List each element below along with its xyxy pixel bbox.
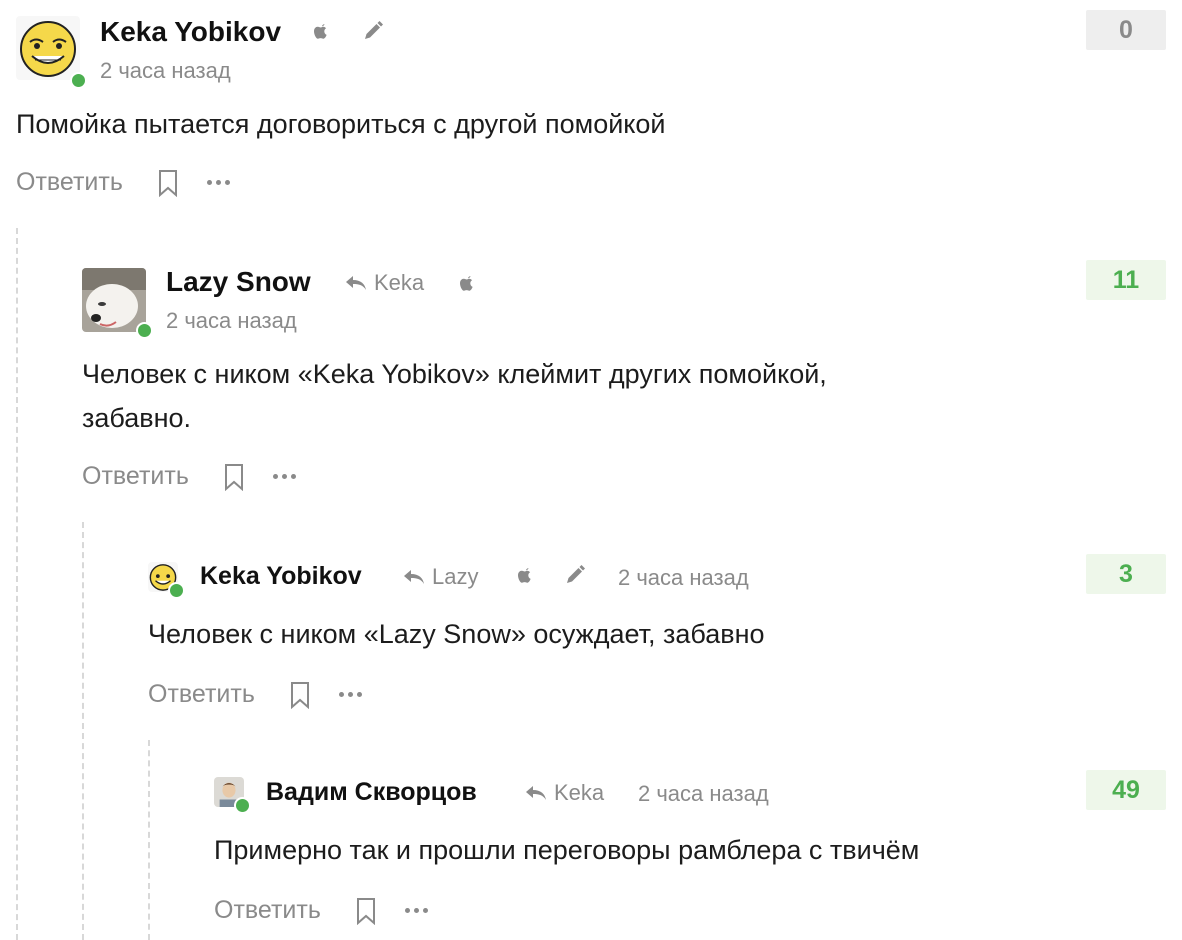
reply-to-link[interactable]: Keka xyxy=(524,780,604,806)
comment-actions: Ответить xyxy=(82,462,296,491)
apple-icon xyxy=(516,566,534,591)
reply-button[interactable]: Ответить xyxy=(148,680,255,709)
reply-button[interactable]: Ответить xyxy=(214,896,321,925)
apple-icon xyxy=(458,274,476,299)
online-indicator xyxy=(234,797,251,814)
more-dots-icon[interactable] xyxy=(206,180,230,185)
reply-to-link[interactable]: Lazy xyxy=(402,564,478,590)
avatar[interactable] xyxy=(82,268,153,339)
comment-score: 49 xyxy=(1086,770,1166,810)
pencil-icon xyxy=(564,564,586,591)
comment-time: 2 часа назад xyxy=(618,565,749,590)
reply-button[interactable]: Ответить xyxy=(82,462,189,491)
avatar[interactable] xyxy=(148,562,185,599)
bookmark-icon[interactable] xyxy=(289,681,311,709)
comment-time: 2 часа назад xyxy=(166,308,297,333)
comment-author[interactable]: Вадим Скворцов xyxy=(266,778,477,807)
comment-actions: Ответить xyxy=(16,168,230,197)
comment-author[interactable]: Keka Yobikov xyxy=(200,562,362,591)
comment-score: 3 xyxy=(1086,554,1166,594)
avatar[interactable] xyxy=(214,777,251,814)
reply-arrow-icon xyxy=(404,570,424,584)
reply-to-name: Keka xyxy=(374,270,425,295)
comment-time: 2 часа назад xyxy=(638,781,769,806)
dog-avatar-image xyxy=(82,268,146,332)
comment-author[interactable]: Keka Yobikov xyxy=(100,16,281,48)
comment-text: Человек с ником «Lazy Snow» осуждает, за… xyxy=(148,619,765,649)
comment-score: 11 xyxy=(1086,260,1166,300)
online-indicator xyxy=(136,322,153,339)
online-indicator xyxy=(70,72,87,89)
comment-author[interactable]: Lazy Snow xyxy=(166,266,311,298)
more-dots-icon[interactable] xyxy=(338,692,362,697)
reply-arrow-icon xyxy=(526,786,546,800)
online-indicator xyxy=(168,582,185,599)
apple-icon xyxy=(312,22,330,47)
thread-line-level-3 xyxy=(148,740,150,940)
comment-actions: Ответить xyxy=(214,896,428,925)
comment-text: Примерно так и прошли переговоры рамблер… xyxy=(214,835,920,865)
bookmark-icon[interactable] xyxy=(157,169,179,197)
reply-to-name: Lazy xyxy=(432,564,479,589)
comment-text: Помойка пытается договориться с другой п… xyxy=(16,109,666,139)
bookmark-icon[interactable] xyxy=(223,463,245,491)
avatar[interactable] xyxy=(16,16,87,89)
comment-text: Человек с ником «Keka Yobikov» клеймит д… xyxy=(82,359,827,433)
bookmark-icon[interactable] xyxy=(355,897,377,925)
thread-line-level-1 xyxy=(16,228,18,940)
reply-to-link[interactable]: Keka xyxy=(344,270,424,296)
reply-arrow-icon xyxy=(346,276,366,290)
comment-time: 2 часа назад xyxy=(100,58,231,83)
more-dots-icon[interactable] xyxy=(272,474,296,479)
pencil-icon xyxy=(362,20,384,47)
reply-to-name: Keka xyxy=(554,780,605,805)
troll-face-avatar-image xyxy=(16,16,80,80)
more-dots-icon[interactable] xyxy=(404,908,428,913)
comment-actions: Ответить xyxy=(148,680,362,709)
comment-score: 0 xyxy=(1086,10,1166,50)
reply-button[interactable]: Ответить xyxy=(16,168,123,197)
thread-line-level-2 xyxy=(82,522,84,940)
